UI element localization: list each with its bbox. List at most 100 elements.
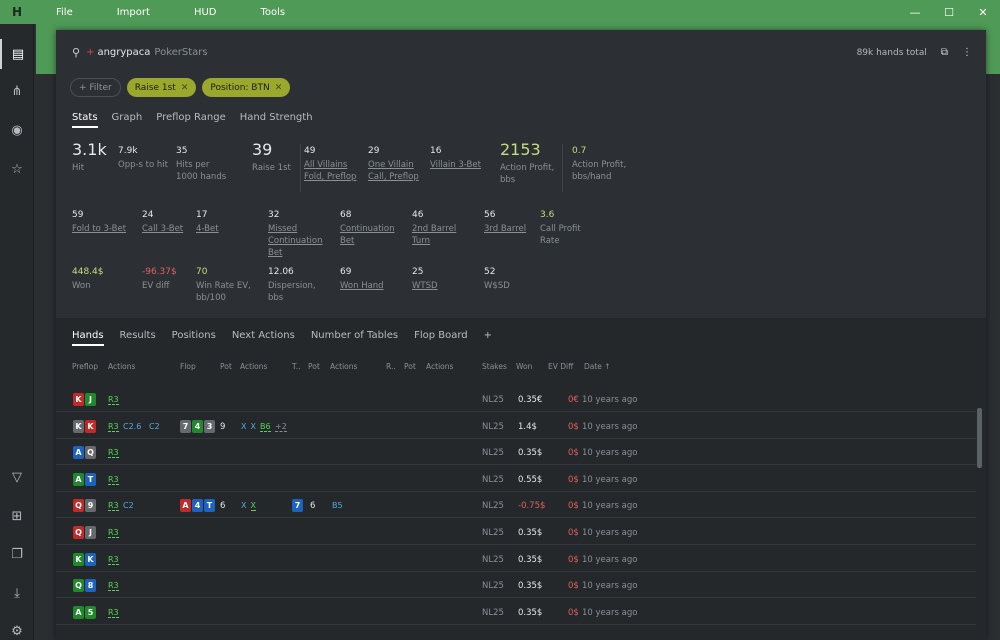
scrollbar-thumb[interactable] <box>977 408 982 468</box>
stat-label: Won <box>72 281 91 291</box>
table-row[interactable]: K K R3 NL25 0.35$ 0$ 10 years ago <box>56 546 976 572</box>
column-header[interactable]: Pot <box>404 362 416 371</box>
ev-diff-value: 0$ <box>568 607 579 618</box>
stat-label[interactable]: WTSD <box>412 280 472 292</box>
settings-icon[interactable]: ⚙ <box>0 616 34 640</box>
remove-chip-icon[interactable]: ✕ <box>181 83 189 93</box>
stat-value: 35 <box>176 146 188 156</box>
filter-chip-raise-first[interactable]: Raise 1st ✕ <box>126 78 197 97</box>
report-icon[interactable]: ▤ <box>0 39 34 69</box>
filter-icon[interactable]: ▽ <box>0 462 34 492</box>
more-options-icon[interactable]: ⋮ <box>962 47 972 58</box>
column-header[interactable]: Actions <box>108 362 135 371</box>
stat-block[interactable]: 56 3rd Barrel <box>484 210 542 235</box>
action-label: R3 <box>108 581 119 592</box>
add-tab-button[interactable]: + <box>484 330 492 346</box>
stat-label[interactable]: All Villains Fold, Preflop <box>304 159 360 183</box>
column-header[interactable]: EV Diff <box>548 362 573 371</box>
column-header[interactable]: Won <box>516 362 532 371</box>
share-icon[interactable]: ⋔ <box>0 76 34 106</box>
stat-block[interactable]: 25 WTSD <box>412 267 472 292</box>
menu-hud[interactable]: HUD <box>172 7 239 18</box>
stat-value: 0.7 <box>572 146 587 156</box>
stat-label[interactable]: One Villain Call, Preflop <box>368 159 424 183</box>
tab-flop-board[interactable]: Flop Board <box>414 330 468 346</box>
minimize-icon[interactable]: — <box>898 6 932 19</box>
column-header[interactable]: Actions <box>240 362 267 371</box>
table-row[interactable]: A 5 R3 NL25 0.35$ 0$ 10 years ago <box>56 599 976 625</box>
column-header[interactable]: Actions <box>330 362 357 371</box>
stat-block[interactable]: 24 Call 3-Bet <box>142 210 200 235</box>
stat-block[interactable]: 17 4-Bet <box>196 210 254 235</box>
star-list-icon[interactable]: ☆ <box>0 154 34 184</box>
column-header[interactable]: Stakes <box>482 362 507 371</box>
windows-icon[interactable]: ❐ <box>0 539 34 569</box>
stat-block[interactable]: 69 Won Hand <box>340 267 400 292</box>
tab-results[interactable]: Results <box>120 330 156 346</box>
download-icon[interactable]: ⤓ <box>0 578 34 608</box>
date-value: 10 years ago <box>582 581 638 592</box>
table-row[interactable]: A T R3 NL25 0.55$ 0$ 10 years ago <box>56 466 976 492</box>
stat-block[interactable]: 49 All Villains Fold, Preflop <box>304 146 360 183</box>
stat-label[interactable]: Call 3-Bet <box>142 223 200 235</box>
column-header[interactable]: Preflop <box>72 362 98 371</box>
stat-label[interactable]: Fold to 3-Bet <box>72 223 130 235</box>
tab-positions[interactable]: Positions <box>172 330 216 346</box>
action-label: X <box>250 421 256 431</box>
stat-value: 46 <box>412 210 424 220</box>
column-header[interactable]: Pot <box>308 362 320 371</box>
stat-block: 3.6 Call Profit Rate <box>540 210 598 247</box>
table-row[interactable]: K K R3 C2.6 C2 7 4 3 9 X X B6 +2 NL25 1.4$ 0$ 10 years a… <box>56 413 976 439</box>
stat-block[interactable]: 68 Continuation Bet <box>340 210 398 247</box>
tab-next-actions[interactable]: Next Actions <box>232 330 295 346</box>
column-header[interactable]: Pot <box>220 362 232 371</box>
stat-label[interactable]: Won Hand <box>340 280 400 292</box>
table-row[interactable]: K J R3 NL25 0.35€ 0€ 10 years ago <box>56 386 976 412</box>
layout-icon[interactable]: ⊞ <box>0 501 34 531</box>
table-row[interactable]: A Q R3 NL25 0.35$ 0$ 10 years ago <box>56 439 976 466</box>
playing-card: 4 <box>192 419 203 433</box>
tab-hand-strength[interactable]: Hand Strength <box>240 112 313 128</box>
tab-graph[interactable]: Graph <box>112 112 143 128</box>
stat-block[interactable]: 32 Missed Continuation Bet <box>268 210 326 259</box>
table-row[interactable]: Q J R3 NL25 0.35$ 0$ 10 years ago <box>56 519 976 545</box>
stat-label[interactable]: 4-Bet <box>196 223 254 235</box>
stat-block[interactable]: 59 Fold to 3-Bet <box>72 210 130 235</box>
stat-block[interactable]: 29 One Villain Call, Preflop <box>368 146 424 183</box>
action-label: X <box>250 501 256 512</box>
stat-block[interactable]: 16 Villain 3-Bet <box>430 146 486 171</box>
menu-tools[interactable]: Tools <box>238 7 307 18</box>
close-icon[interactable]: ✕ <box>966 6 1000 19</box>
tab-hands[interactable]: Hands <box>72 330 104 346</box>
maximize-icon[interactable]: ☐ <box>932 6 966 19</box>
stat-label[interactable]: 3rd Barrel <box>484 223 542 235</box>
playing-card: 5 <box>85 605 96 619</box>
column-header[interactable]: Actions <box>426 362 453 371</box>
filter-chip-position[interactable]: Position: BTN ✕ <box>202 78 291 97</box>
action-label: X <box>241 501 247 511</box>
column-header[interactable]: Date ↑ <box>584 362 611 371</box>
broadcast-icon[interactable]: ◉ <box>0 115 34 145</box>
column-header[interactable]: Flop <box>180 362 196 371</box>
menu-import[interactable]: Import <box>95 7 172 18</box>
stat-block[interactable]: 46 2nd Barrel Turn <box>412 210 470 247</box>
table-row[interactable]: Q 9 R3 C2 A 4 T 6 X X 7 6 B5 NL25 -0.75$ 0$ 10 years ago <box>56 492 976 519</box>
remove-chip-icon[interactable]: ✕ <box>275 83 283 93</box>
tab-number-of-tables[interactable]: Number of Tables <box>311 330 398 346</box>
add-filter-button[interactable]: + Filter <box>70 78 121 97</box>
menu-file[interactable]: File <box>34 7 95 18</box>
tab-preflop-range[interactable]: Preflop Range <box>156 112 226 128</box>
column-header[interactable]: R.. <box>386 362 396 371</box>
stat-label[interactable]: 2nd Barrel Turn <box>412 223 470 247</box>
table-row[interactable]: Q 8 R3 NL25 0.35$ 0$ 10 years ago <box>56 572 976 599</box>
stat-label[interactable]: Missed Continuation Bet <box>268 223 326 259</box>
popout-icon[interactable]: ⧉ <box>941 47 948 58</box>
stat-value: 17 <box>196 210 208 220</box>
stat-label[interactable]: Continuation Bet <box>340 223 398 247</box>
stat-label[interactable]: Villain 3-Bet <box>430 159 486 171</box>
player-name[interactable]: angrypaca <box>97 47 150 58</box>
won-value: 0.35$ <box>518 554 543 565</box>
column-header[interactable]: T.. <box>292 362 300 371</box>
tab-stats[interactable]: Stats <box>72 112 98 128</box>
date-value: 10 years ago <box>582 474 638 485</box>
